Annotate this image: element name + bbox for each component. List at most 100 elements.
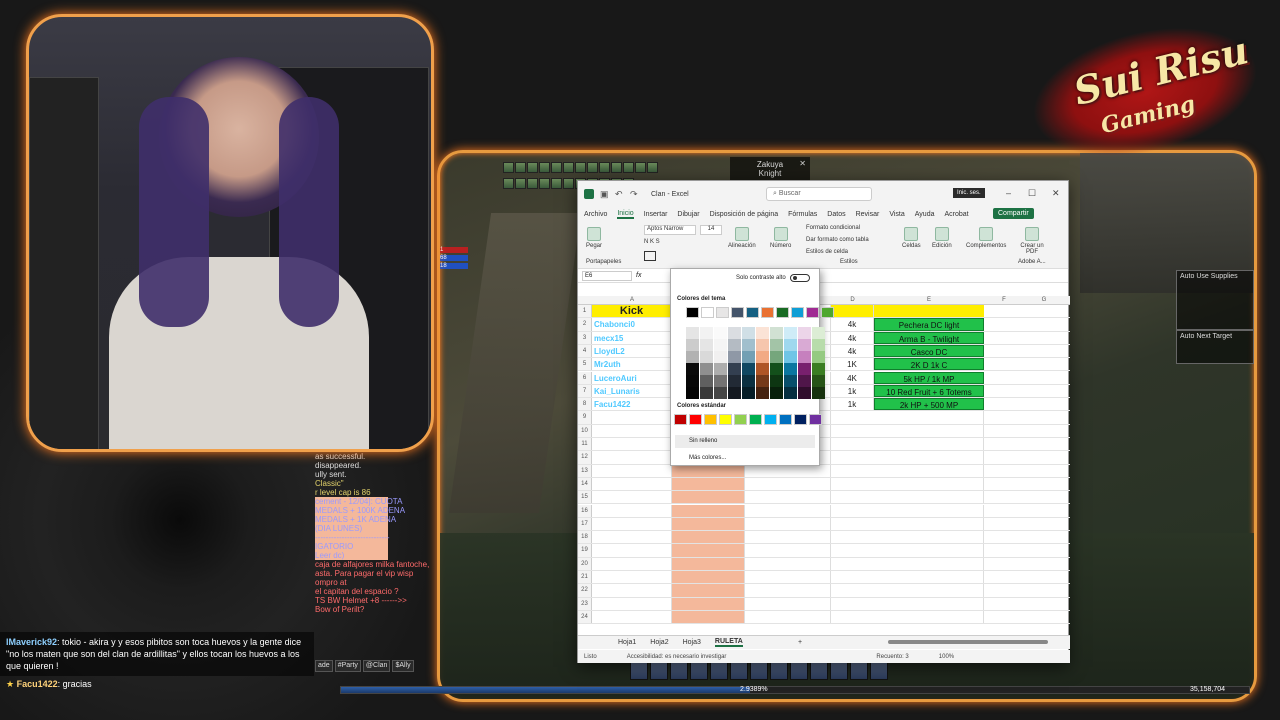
editing-button[interactable]: Edición — [932, 227, 952, 249]
row-number[interactable]: 23 — [578, 597, 592, 610]
cell-d[interactable]: 4k — [831, 344, 874, 358]
row-number[interactable]: 12 — [578, 451, 592, 464]
ribbon-tab[interactable]: Disposición de página — [710, 211, 779, 218]
color-swatch[interactable] — [731, 307, 744, 318]
cell-a[interactable]: Kick — [592, 305, 672, 318]
cell-c[interactable] — [745, 610, 831, 624]
row-number[interactable]: 9 — [578, 411, 592, 424]
color-shade[interactable] — [742, 327, 755, 339]
cell-c[interactable] — [745, 531, 831, 544]
color-shade[interactable] — [770, 339, 783, 351]
row-number[interactable]: 1 — [578, 305, 592, 318]
skill-slot[interactable] — [730, 662, 748, 680]
cell-c[interactable] — [745, 477, 831, 491]
cell-e[interactable] — [874, 305, 984, 318]
color-shade[interactable] — [798, 339, 811, 351]
cell-e[interactable] — [874, 610, 984, 624]
skill-slot[interactable] — [670, 662, 688, 680]
row-number[interactable]: 13 — [578, 464, 592, 477]
cell-b[interactable] — [672, 571, 745, 584]
color-shade[interactable] — [742, 363, 755, 375]
row-number[interactable]: 18 — [578, 531, 592, 544]
chat-tab[interactable]: ade — [315, 660, 333, 672]
excel-window[interactable]: ▣ ↶ ↷ Clan - Excel ⌕ Buscar Inic. ses. –… — [577, 180, 1070, 663]
cell-e[interactable] — [874, 517, 984, 531]
color-shade[interactable] — [812, 387, 825, 399]
toggle-switch[interactable] — [789, 274, 810, 282]
color-shade[interactable] — [700, 375, 713, 387]
cell-e[interactable]: Pechera DC light — [874, 318, 984, 331]
cell-e[interactable] — [874, 584, 984, 597]
row-number[interactable]: 19 — [578, 544, 592, 557]
alignment-button[interactable]: Alineación — [728, 227, 756, 249]
cell-a[interactable]: Kai_Lunaris — [592, 384, 672, 398]
cell-e[interactable] — [874, 477, 984, 491]
ribbon-tab[interactable]: Archivo — [584, 211, 607, 218]
cell-d[interactable]: 4k — [831, 331, 874, 344]
cell-c[interactable] — [745, 464, 831, 477]
skill-slot[interactable] — [790, 662, 808, 680]
redo-icon[interactable]: ↷ — [630, 189, 639, 199]
chat-tab[interactable]: #Party — [334, 660, 361, 672]
skill-slot[interactable] — [650, 662, 668, 680]
cell-e[interactable]: 2k HP + 500 MP — [874, 398, 984, 411]
cell-a[interactable]: LloydL2 — [592, 344, 672, 358]
color-shade[interactable] — [728, 363, 741, 375]
number-button[interactable]: Número — [770, 227, 791, 249]
color-shade[interactable] — [756, 375, 769, 387]
close-icon[interactable]: ✕ — [799, 159, 806, 168]
chat-username[interactable]: lMaverick92 — [6, 637, 57, 647]
color-swatch[interactable] — [821, 307, 834, 318]
color-shade[interactable] — [728, 387, 741, 399]
cell-e[interactable] — [874, 571, 984, 584]
color-swatch[interactable] — [686, 307, 699, 318]
no-fill-option[interactable]: Sin relleno — [675, 435, 815, 448]
ribbon-tab[interactable]: Revisar — [856, 211, 880, 218]
addins-button[interactable]: Complementos — [966, 227, 1006, 249]
color-shade[interactable] — [770, 327, 783, 339]
cell-e[interactable] — [874, 411, 984, 424]
color-shade[interactable] — [728, 327, 741, 339]
color-swatch[interactable] — [791, 307, 804, 318]
skill-slot[interactable] — [750, 662, 768, 680]
cell-a[interactable] — [592, 438, 672, 451]
high-contrast-toggle[interactable]: Solo contraste alto — [736, 274, 810, 282]
column-header[interactable]: D — [831, 296, 874, 305]
color-swatch[interactable] — [746, 307, 759, 318]
auto-supplies-panel[interactable]: Auto Use Supplies — [1176, 270, 1254, 330]
cell-d[interactable]: 4K — [831, 371, 874, 384]
color-shade[interactable] — [686, 327, 699, 339]
standard-color-swatch[interactable] — [674, 414, 687, 425]
cell-c[interactable] — [745, 504, 831, 517]
bold-button[interactable]: N K S — [644, 239, 660, 245]
cell-a[interactable] — [592, 464, 672, 477]
color-shade[interactable] — [784, 327, 797, 339]
cell-e[interactable] — [874, 424, 984, 437]
cell-e[interactable] — [874, 504, 984, 517]
color-shade[interactable] — [812, 351, 825, 363]
cell-b[interactable] — [672, 531, 745, 544]
skill-slot[interactable] — [770, 662, 788, 680]
cell-d[interactable]: 1K — [831, 358, 874, 371]
color-shade[interactable] — [728, 375, 741, 387]
color-shade[interactable] — [742, 339, 755, 351]
color-shade[interactable] — [784, 339, 797, 351]
cell-d[interactable]: 1k — [831, 398, 874, 411]
cell-e[interactable] — [874, 597, 984, 610]
cell-a[interactable]: Mr2uth — [592, 358, 672, 371]
sheet-tab[interactable]: RULETA — [714, 638, 743, 647]
color-shade[interactable] — [812, 363, 825, 375]
cell-a[interactable] — [592, 531, 672, 544]
color-shade[interactable] — [686, 339, 699, 351]
color-shade[interactable] — [798, 375, 811, 387]
more-colors-option[interactable]: Más colores... — [675, 453, 815, 464]
cell-a[interactable]: Facu1422 — [592, 398, 672, 411]
color-shade[interactable] — [686, 375, 699, 387]
create-pdf-button[interactable]: Crear un PDF — [1018, 227, 1046, 255]
cell-b[interactable] — [672, 610, 745, 624]
sheet-tab[interactable]: Hoja2 — [650, 639, 668, 646]
color-shade[interactable] — [784, 387, 797, 399]
color-shade[interactable] — [756, 387, 769, 399]
skill-slot[interactable] — [830, 662, 848, 680]
cell-a[interactable] — [592, 491, 672, 504]
